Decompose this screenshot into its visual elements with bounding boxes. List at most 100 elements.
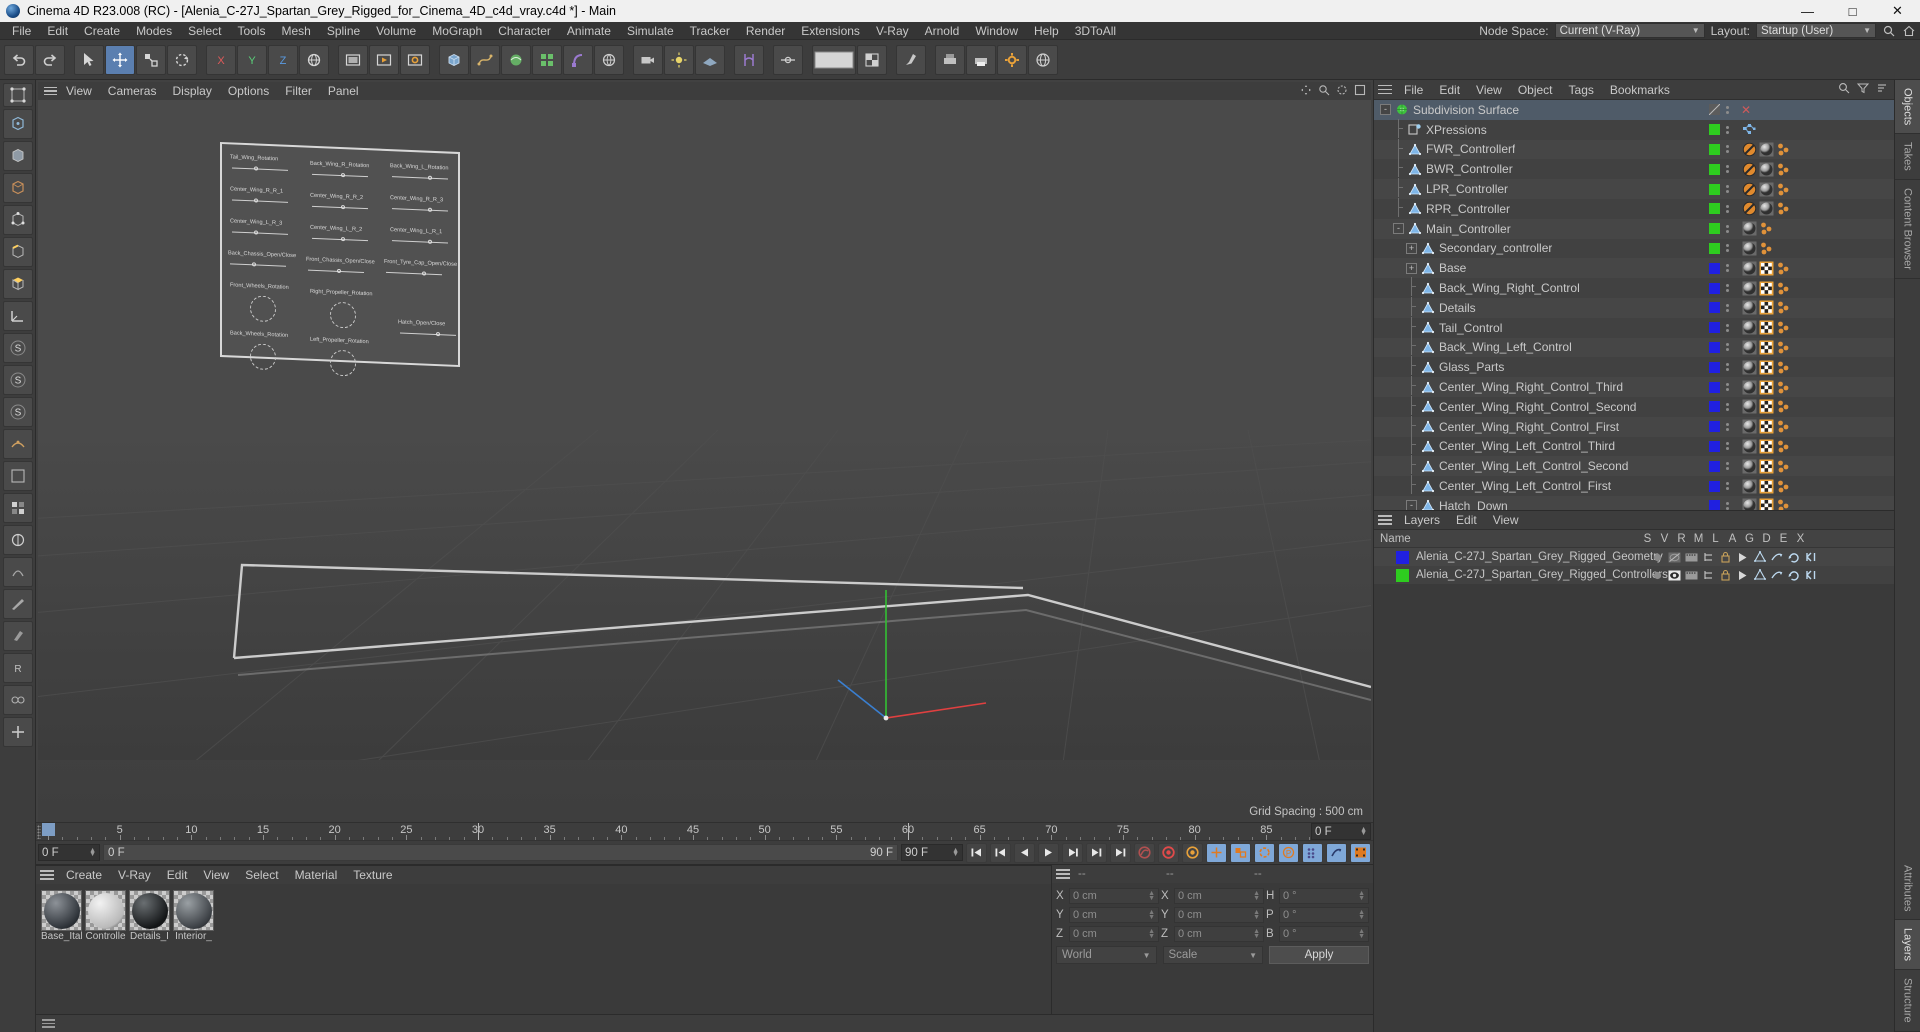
rotate-r-button[interactable]: R <box>2 653 33 683</box>
render-view-button[interactable] <box>338 44 368 75</box>
tag-uvw-icon[interactable] <box>1759 380 1774 395</box>
spinner-icon[interactable]: ▲ ▼ <box>946 847 959 858</box>
menu-edit[interactable]: Edit <box>39 22 76 40</box>
menu-modes[interactable]: Modes <box>128 22 180 40</box>
tag-vertexmap-icon[interactable] <box>1776 162 1791 177</box>
controller-slider-knob[interactable] <box>428 239 432 244</box>
layer-column-d[interactable]: D <box>1758 533 1775 545</box>
object-row[interactable]: BWR_Controller <box>1374 158 1894 180</box>
render-settings-button[interactable] <box>400 44 430 75</box>
object-menu-file[interactable]: File <box>1396 80 1431 100</box>
lock-x-axis-button[interactable]: X <box>206 44 236 75</box>
object-layer-swatch[interactable] <box>1709 361 1720 373</box>
scale-key-button[interactable] <box>1230 842 1251 863</box>
controller-slider[interactable] <box>312 173 368 178</box>
sculpt-tool-button[interactable] <box>2 557 33 587</box>
object-layer-swatch[interactable] <box>1709 223 1720 235</box>
layer-column-r[interactable]: R <box>1673 533 1690 545</box>
menu-tools[interactable]: Tools <box>229 22 273 40</box>
viewport-menu-filter[interactable]: Filter <box>277 82 320 100</box>
object-row[interactable]: - Hatch_Down <box>1374 495 1894 510</box>
settings-gear-button[interactable] <box>997 44 1027 75</box>
object-row[interactable]: + Secondary_controller <box>1374 238 1894 259</box>
lock-icon[interactable] <box>1719 551 1732 563</box>
make-editable-button[interactable] <box>2 109 33 139</box>
viewport-menu-panel[interactable]: Panel <box>320 82 367 100</box>
menu-mesh[interactable]: Mesh <box>273 22 318 40</box>
manager-icon[interactable] <box>1702 570 1715 581</box>
menu-create[interactable]: Create <box>76 22 128 40</box>
move-tool-button[interactable] <box>105 44 135 75</box>
object-layer-swatch[interactable] <box>1709 322 1720 334</box>
coordinate-mode-dropdown[interactable]: Scale ▼ <box>1162 946 1263 964</box>
coordinate-hamburger-icon[interactable] <box>1052 869 1074 879</box>
layer-column-s[interactable]: S <box>1639 533 1656 545</box>
object-visibility-dots[interactable] <box>1726 204 1729 213</box>
coordinate-position-field[interactable]: 0 cm ▲ ▼ <box>1069 925 1159 942</box>
tag-material-icon[interactable] <box>1759 142 1774 157</box>
tag-vertexmap-icon[interactable] <box>1776 498 1791 510</box>
layer-column-m[interactable]: M <box>1690 533 1707 545</box>
tag-uvw-icon[interactable] <box>1759 340 1774 355</box>
object-layer-swatch[interactable] <box>1709 500 1720 510</box>
menu-extensions[interactable]: Extensions <box>793 22 868 40</box>
tag-forbidden-icon[interactable] <box>1742 201 1757 216</box>
play-button[interactable] <box>1038 842 1059 863</box>
dynamics-button[interactable] <box>1326 842 1347 863</box>
object-row[interactable]: Center_Wing_Right_Control_First <box>1374 415 1894 437</box>
world-object-coord-button[interactable] <box>299 44 329 75</box>
spinner-icon[interactable]: ▲ ▼ <box>1253 928 1260 940</box>
tag-material-icon[interactable] <box>1742 419 1757 434</box>
object-visibility-dots[interactable] <box>1726 442 1729 451</box>
object-row[interactable]: Back_Wing_Right_Control <box>1374 277 1894 298</box>
object-visibility-dots[interactable] <box>1726 145 1729 154</box>
view-single-button[interactable] <box>2 461 33 491</box>
knife-tool-button[interactable] <box>2 589 33 619</box>
spinner-icon[interactable]: ▲ ▼ <box>1358 890 1365 902</box>
material-menu-view[interactable]: View <box>195 866 237 884</box>
record-active-objects-button[interactable] <box>1134 842 1155 863</box>
tag-vertexmap-icon[interactable] <box>1776 380 1791 395</box>
object-row[interactable]: XPressions <box>1374 118 1894 140</box>
tag-vertexmap-icon[interactable] <box>1776 261 1791 276</box>
controller-slider[interactable] <box>392 176 448 180</box>
tag-material-icon[interactable] <box>1759 201 1774 216</box>
tag-uvw-icon[interactable] <box>1759 320 1774 335</box>
maximize-button[interactable]: □ <box>1830 0 1875 22</box>
material-swatch[interactable] <box>85 890 126 931</box>
layer-row[interactable]: Alenia_C-27J_Spartan_Grey_Rigged_Geometr… <box>1374 548 1894 566</box>
object-delete-icon[interactable]: ✕ <box>1741 104 1751 116</box>
coordinate-size-field[interactable]: 0 cm ▲ ▼ <box>1174 906 1264 923</box>
spinner-icon[interactable]: ▲ ▼ <box>1253 909 1260 921</box>
viewport-menu-options[interactable]: Options <box>220 82 277 100</box>
tag-material-icon[interactable] <box>1742 459 1757 474</box>
tag-vertexmap-icon[interactable] <box>1776 201 1791 216</box>
tag-forbidden-icon[interactable] <box>1742 182 1757 197</box>
render-icon[interactable] <box>1685 570 1698 581</box>
object-row[interactable]: Center_Wing_Left_Control_First <box>1374 475 1894 496</box>
coordinate-size-field[interactable]: 0 cm ▲ ▼ <box>1174 887 1264 904</box>
layer-row[interactable]: Alenia_C-27J_Spartan_Grey_Rigged_Control… <box>1374 566 1894 584</box>
material-cell[interactable]: Base_Ital <box>41 890 82 943</box>
controller-slider[interactable] <box>312 205 368 210</box>
tag-xpresso-icon[interactable] <box>1742 122 1757 137</box>
close-button[interactable]: ✕ <box>1875 0 1920 22</box>
controller-slider[interactable] <box>232 231 288 235</box>
next-keyframe-button[interactable] <box>1086 842 1107 863</box>
snap-s-button[interactable]: S <box>2 333 33 363</box>
axis-mode-button[interactable] <box>2 301 33 331</box>
layer-menu-view[interactable]: View <box>1485 510 1527 530</box>
controller-slider-knob[interactable] <box>422 271 426 276</box>
object-visibility-dots[interactable] <box>1726 284 1729 293</box>
controller-slider[interactable] <box>312 237 368 242</box>
spinner-icon[interactable]: ▲ ▼ <box>1354 826 1367 837</box>
controller-slider-knob[interactable] <box>254 198 258 203</box>
menu-3dtoall[interactable]: 3DToAll <box>1067 22 1124 40</box>
controller-dial[interactable] <box>250 343 276 371</box>
object-visibility-dots[interactable] <box>1726 264 1729 273</box>
controller-slider-knob[interactable] <box>436 332 440 337</box>
spinner-icon[interactable]: ▲ ▼ <box>83 847 96 858</box>
add-object-button[interactable] <box>2 717 33 747</box>
print-setup-button[interactable] <box>935 44 965 75</box>
controller-dial[interactable] <box>330 301 356 329</box>
